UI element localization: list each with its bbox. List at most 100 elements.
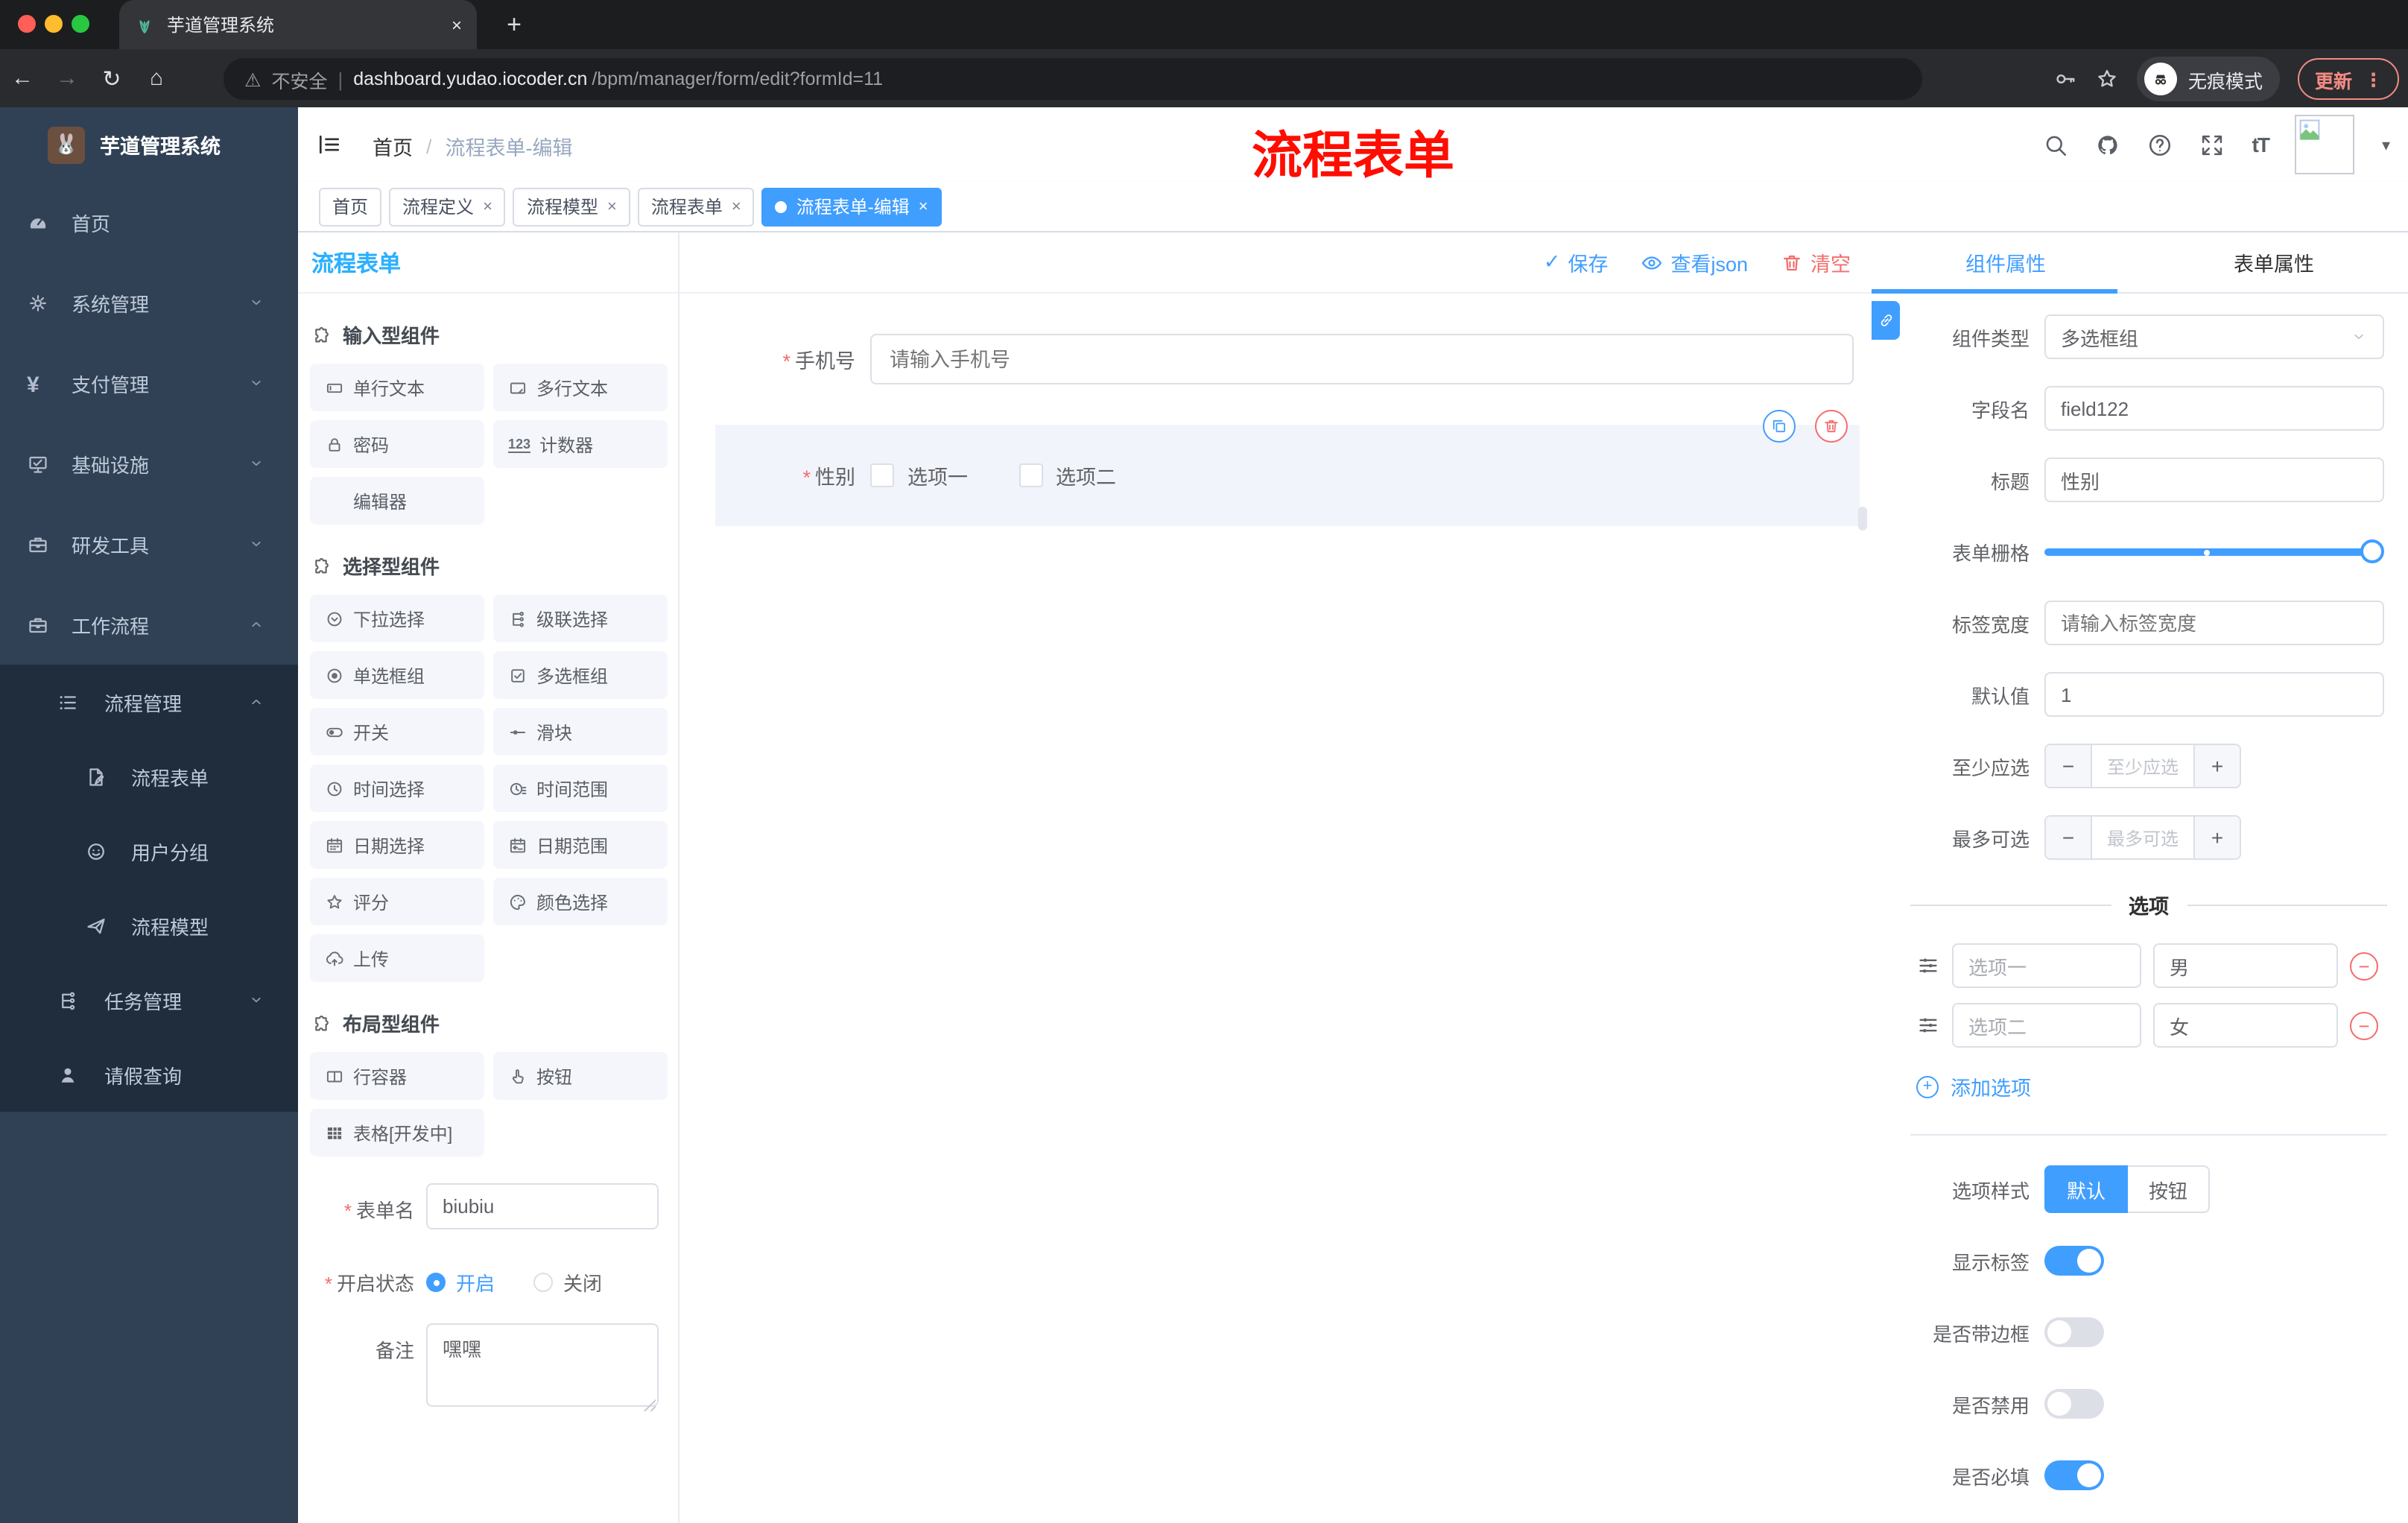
component-rate[interactable]: 评分 — [310, 878, 484, 925]
sidebar-item-process-mgmt[interactable]: 流程管理 — [0, 665, 298, 739]
copy-component-button[interactable] — [1763, 410, 1796, 443]
max-select-placeholder[interactable]: 最多可选 — [2092, 817, 2193, 858]
link-badge[interactable] — [1872, 301, 1900, 340]
remove-option-button[interactable]: − — [2350, 952, 2378, 980]
component-multi-text[interactable]: 多行文本 — [493, 364, 668, 411]
component-time-range[interactable]: 时间范围 — [493, 764, 668, 812]
reload-icon[interactable]: ↻ — [89, 65, 134, 92]
plus-button[interactable]: + — [2193, 745, 2240, 787]
close-icon[interactable]: × — [607, 197, 617, 215]
help-icon[interactable] — [2148, 132, 2173, 157]
tag-process-definition[interactable]: 流程定义 × — [389, 187, 506, 226]
traffic-zoom-button[interactable] — [72, 15, 89, 33]
sidebar-item-infra[interactable]: 基础设施 — [0, 423, 298, 504]
github-icon[interactable] — [2096, 132, 2121, 157]
sidebar-item-system[interactable]: 系统管理 — [0, 262, 298, 343]
sidebar-item-process-model[interactable]: 流程模型 — [0, 888, 298, 963]
selected-gender-component[interactable]: * 性别 选项一 选项二 — [715, 410, 1860, 526]
save-button[interactable]: ✓ 保存 — [1544, 247, 1609, 277]
search-icon[interactable] — [2044, 132, 2069, 157]
drag-handle-icon[interactable] — [1916, 954, 1940, 978]
update-button[interactable]: 更新 ⋮ — [2298, 58, 2399, 100]
component-date-picker[interactable]: 日期选择 — [310, 821, 484, 869]
component-color-picker[interactable]: 颜色选择 — [493, 878, 668, 925]
sidebar-item-process-form[interactable]: 流程表单 — [0, 739, 298, 814]
gender-option-1[interactable]: 选项一 — [870, 460, 968, 490]
component-cascader[interactable]: 级联选择 — [493, 595, 668, 642]
component-type-select[interactable]: 多选框组 — [2044, 314, 2384, 359]
remove-option-button[interactable]: − — [2350, 1011, 2378, 1039]
traffic-close-button[interactable] — [18, 15, 36, 33]
component-password[interactable]: 密码 — [310, 420, 484, 468]
component-editor[interactable]: 编辑器 — [310, 477, 484, 525]
plus-button[interactable]: + — [2193, 817, 2240, 858]
tab-form-props[interactable]: 表单属性 — [2140, 232, 2408, 292]
avatar-caret-icon[interactable]: ▾ — [2382, 135, 2390, 154]
fullscreen-icon[interactable] — [2200, 132, 2225, 157]
minus-button[interactable]: − — [2046, 745, 2092, 787]
close-icon[interactable]: × — [483, 197, 492, 215]
component-slider[interactable]: 滑块 — [493, 708, 668, 756]
tab-close-icon[interactable]: × — [452, 14, 462, 35]
tag-process-form[interactable]: 流程表单 × — [637, 187, 755, 226]
checkbox-icon[interactable] — [1018, 463, 1042, 487]
component-time-picker[interactable]: 时间选择 — [310, 764, 484, 812]
avatar[interactable] — [2295, 115, 2355, 174]
default-value-input[interactable] — [2044, 672, 2384, 717]
clear-button[interactable]: 清空 — [1781, 247, 1851, 277]
required-toggle[interactable] — [2044, 1460, 2104, 1490]
min-select-placeholder[interactable]: 至少应选 — [2092, 745, 2193, 787]
component-radio-group[interactable]: 单选框组 — [310, 651, 484, 699]
component-upload[interactable]: 上传 — [310, 934, 484, 982]
style-default-button[interactable]: 默认 — [2044, 1165, 2129, 1213]
sidebar-item-task-mgmt[interactable]: 任务管理 — [0, 963, 298, 1037]
component-row-container[interactable]: 行容器 — [310, 1052, 484, 1100]
home-icon[interactable]: ⌂ — [134, 66, 179, 91]
component-button[interactable]: 按钮 — [493, 1052, 668, 1100]
component-table[interactable]: 表格[开发中] — [310, 1109, 484, 1156]
component-single-text[interactable]: 单行文本 — [310, 364, 484, 411]
style-button-button[interactable]: 按钮 — [2128, 1165, 2211, 1213]
bookmark-star-icon[interactable] — [2096, 67, 2120, 91]
close-icon[interactable]: × — [732, 197, 741, 215]
traffic-minimize-button[interactable] — [45, 15, 63, 33]
disabled-toggle[interactable] — [2044, 1389, 2104, 1419]
breadcrumb-home[interactable]: 首页 — [373, 131, 413, 161]
more-icon[interactable]: ⋮ — [2364, 68, 2383, 90]
sidebar-fold-icon[interactable] — [316, 131, 343, 158]
phone-input[interactable] — [870, 334, 1854, 384]
option-2-value-input[interactable] — [2153, 1003, 2338, 1048]
browser-tab[interactable]: 芋道管理系统 × — [119, 0, 477, 49]
add-option-button[interactable]: + 添加选项 — [1916, 1071, 2408, 1101]
sidebar-item-devtools[interactable]: 研发工具 — [0, 504, 298, 584]
sidebar-item-workflow[interactable]: 工作流程 — [0, 584, 298, 665]
tag-process-form-edit[interactable]: 流程表单-编辑 × — [761, 187, 942, 226]
label-width-input[interactable] — [2044, 601, 2384, 645]
phone-field-row[interactable]: * 手机号 — [715, 334, 1860, 384]
component-counter[interactable]: 123 计数器 — [493, 420, 668, 468]
sidebar-item-payment[interactable]: ¥ 支付管理 — [0, 343, 298, 423]
sidebar-item-leave-query[interactable]: 请假查询 — [0, 1037, 298, 1112]
title-input[interactable] — [2044, 457, 2384, 502]
checkbox-icon[interactable] — [870, 463, 894, 487]
key-icon[interactable] — [2054, 67, 2078, 91]
delete-component-button[interactable] — [1815, 410, 1848, 443]
option-1-label-input[interactable] — [1952, 943, 2141, 988]
tag-home[interactable]: 首页 — [319, 187, 382, 226]
close-icon[interactable]: × — [919, 197, 928, 215]
font-size-icon[interactable]: tT — [2252, 133, 2270, 156]
view-json-button[interactable]: 查看json — [1641, 247, 1748, 277]
gender-option-2[interactable]: 选项二 — [1018, 460, 1116, 490]
minus-button[interactable]: − — [2046, 817, 2092, 858]
show-label-toggle[interactable] — [2044, 1246, 2104, 1276]
forward-icon[interactable]: → — [45, 66, 89, 91]
resize-handle[interactable] — [642, 1398, 656, 1411]
address-bar[interactable]: ⚠ 不安全 | dashboard.yudao.iocoder.cn/bpm/m… — [224, 58, 1922, 100]
component-switch[interactable]: 开关 — [310, 708, 484, 756]
slider-handle[interactable] — [2360, 539, 2384, 563]
form-grid-slider[interactable] — [2044, 529, 2384, 574]
form-name-input[interactable] — [426, 1183, 659, 1229]
tag-process-model[interactable]: 流程模型 × — [513, 187, 630, 226]
new-tab-button[interactable]: + — [495, 6, 533, 45]
canvas-scrollbar[interactable] — [1858, 507, 1867, 531]
